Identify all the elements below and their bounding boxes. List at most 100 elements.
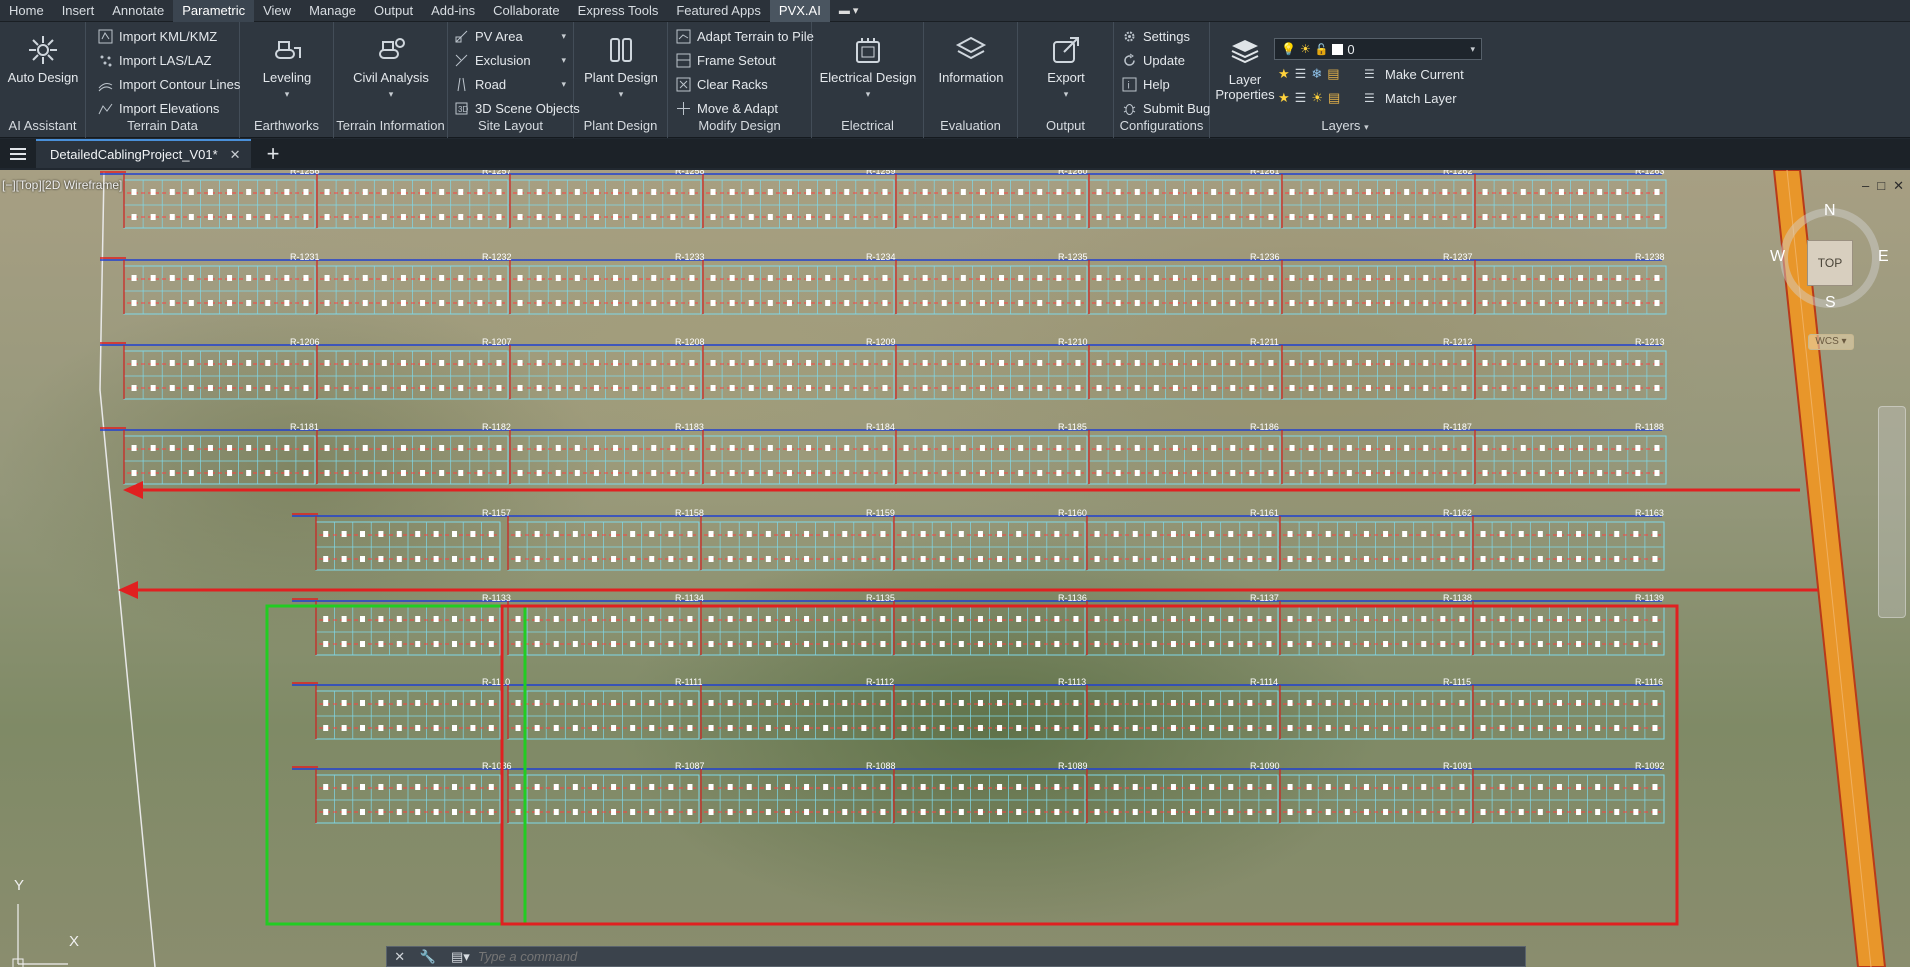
- pv-table-block[interactable]: [316, 260, 509, 315]
- pv-table-block[interactable]: [700, 516, 893, 571]
- pv-table-block[interactable]: [123, 345, 316, 400]
- wrench-icon[interactable]: 🔧: [420, 949, 436, 965]
- move-adapt-button[interactable]: Move & Adapt: [676, 98, 778, 118]
- minimize-icon[interactable]: –: [1862, 178, 1869, 194]
- pv-table-block[interactable]: [315, 601, 501, 656]
- pv-area-button[interactable]: PV Area ▾: [454, 26, 566, 46]
- layer-freeze-icon[interactable]: ❄: [1311, 66, 1322, 82]
- pv-table-block[interactable]: [316, 174, 509, 229]
- pv-table-block[interactable]: [1086, 516, 1279, 571]
- tab-express-tools[interactable]: Express Tools: [569, 0, 668, 22]
- pv-table-block[interactable]: [1281, 345, 1474, 400]
- drawing-viewport[interactable]: [−][Top][2D Wireframe] R-1256 R-1257 R-125…: [0, 170, 1910, 967]
- help-button[interactable]: i Help: [1122, 74, 1170, 94]
- import-contour-button[interactable]: Import Contour Lines: [98, 74, 240, 94]
- auto-design-button[interactable]: Auto Design: [6, 34, 80, 85]
- tab-annotate[interactable]: Annotate: [103, 0, 173, 22]
- pv-table-block[interactable]: [700, 685, 893, 740]
- layer-off-icon[interactable]: ★: [1278, 66, 1290, 82]
- tab-pvx-ai[interactable]: PVX.AI: [769, 0, 830, 22]
- pv-table-block[interactable]: [315, 685, 501, 740]
- document-tab[interactable]: DetailedCablingProject_V01* ✕: [36, 139, 251, 168]
- import-las-button[interactable]: Import LAS/LAZ: [98, 50, 211, 70]
- pv-table-block[interactable]: [895, 174, 1088, 229]
- tab-parametric[interactable]: Parametric: [173, 0, 255, 22]
- layer-properties-button[interactable]: Layer Properties: [1214, 36, 1276, 102]
- submit-bug-button[interactable]: Submit Bug: [1122, 98, 1210, 118]
- panel-title-layers[interactable]: Layers ▾: [1210, 118, 1480, 133]
- layer-dropdown[interactable]: 💡 ☀ 🔓 0 ▾: [1274, 38, 1482, 60]
- pv-table-block[interactable]: [1279, 601, 1472, 656]
- pv-table-block[interactable]: [1086, 601, 1279, 656]
- pv-table-block[interactable]: [1086, 685, 1279, 740]
- pv-table-block[interactable]: [509, 260, 702, 315]
- road-button[interactable]: Road ▾: [454, 74, 566, 94]
- pv-table-block[interactable]: [315, 516, 501, 571]
- pv-table-block[interactable]: [893, 769, 1086, 824]
- pv-table-block[interactable]: [315, 769, 501, 824]
- pv-table-block[interactable]: [895, 345, 1088, 400]
- new-tab-plus-icon[interactable]: +: [267, 141, 280, 167]
- viewcube-top-face[interactable]: TOP: [1807, 240, 1853, 286]
- settings-button[interactable]: Settings: [1122, 26, 1190, 46]
- make-current-button[interactable]: ☰ Make Current: [1364, 64, 1464, 84]
- tab-collaborate[interactable]: Collaborate: [484, 0, 569, 22]
- tab-output[interactable]: Output: [365, 0, 422, 22]
- pv-table-block[interactable]: [123, 260, 316, 315]
- pv-table-block[interactable]: [1472, 769, 1665, 824]
- pv-table-block[interactable]: [123, 430, 316, 485]
- pv-table-block[interactable]: [1086, 769, 1279, 824]
- plant-design-button[interactable]: Plant Design ▾: [580, 34, 662, 102]
- tab-home[interactable]: Home: [0, 0, 53, 22]
- pv-table-block[interactable]: [1474, 430, 1667, 485]
- pv-table-block[interactable]: [1281, 260, 1474, 315]
- electrical-design-button[interactable]: Electrical Design ▾: [818, 34, 918, 102]
- pv-table-block[interactable]: [1088, 345, 1281, 400]
- compass-north[interactable]: N: [1824, 202, 1836, 220]
- clear-racks-button[interactable]: Clear Racks: [676, 74, 768, 94]
- import-elevations-button[interactable]: Import Elevations: [98, 98, 219, 118]
- layer-lock-icon[interactable]: ▤: [1327, 66, 1339, 82]
- frame-setout-button[interactable]: Frame Setout: [676, 50, 776, 70]
- pv-table-block[interactable]: [1088, 260, 1281, 315]
- compass-west[interactable]: W: [1770, 248, 1785, 266]
- close-icon[interactable]: ✕: [394, 949, 405, 965]
- pv-table-block[interactable]: [1281, 174, 1474, 229]
- pv-table-block[interactable]: [1279, 769, 1472, 824]
- tab-insert[interactable]: Insert: [53, 0, 104, 22]
- close-icon[interactable]: ✕: [1893, 178, 1904, 194]
- pv-table-block[interactable]: [507, 685, 700, 740]
- pv-table-block[interactable]: [1474, 260, 1667, 315]
- pv-table-block[interactable]: [700, 769, 893, 824]
- information-button[interactable]: Information: [930, 34, 1012, 85]
- export-button[interactable]: Export ▾: [1026, 34, 1106, 102]
- workspace-dropdown[interactable]: ▬ ▾: [830, 0, 868, 22]
- update-button[interactable]: Update: [1122, 50, 1185, 70]
- match-layer-button[interactable]: ☰ Match Layer: [1364, 88, 1457, 108]
- tab-view[interactable]: View: [254, 0, 300, 22]
- exclusion-button[interactable]: Exclusion ▾: [454, 50, 566, 70]
- command-prompt-icon[interactable]: ▤▾: [451, 949, 470, 965]
- pv-table-block[interactable]: [1279, 685, 1472, 740]
- pv-table-block[interactable]: [1088, 174, 1281, 229]
- import-kml-button[interactable]: Import KML/KMZ: [98, 26, 217, 46]
- restore-icon[interactable]: □: [1877, 178, 1885, 194]
- pv-table-block[interactable]: [507, 601, 700, 656]
- pv-table-block[interactable]: [1472, 516, 1665, 571]
- hamburger-menu-icon[interactable]: [0, 139, 36, 168]
- pv-table-block[interactable]: [316, 430, 509, 485]
- pv-table-block[interactable]: [507, 769, 700, 824]
- tab-manage[interactable]: Manage: [300, 0, 365, 22]
- pv-table-block[interactable]: [702, 260, 895, 315]
- tab-addins[interactable]: Add-ins: [422, 0, 484, 22]
- civil-analysis-button[interactable]: Civil Analysis ▾: [340, 34, 442, 102]
- tab-featured-apps[interactable]: Featured Apps: [667, 0, 770, 22]
- pv-table-block[interactable]: [702, 174, 895, 229]
- pv-table-block[interactable]: [893, 685, 1086, 740]
- layer-match-icon[interactable]: ☰: [1295, 90, 1307, 106]
- pv-table-block[interactable]: [1474, 345, 1667, 400]
- pv-table-block[interactable]: [893, 516, 1086, 571]
- pv-table-block[interactable]: [895, 260, 1088, 315]
- pv-table-block[interactable]: [509, 430, 702, 485]
- leveling-button[interactable]: Leveling ▾: [250, 34, 324, 102]
